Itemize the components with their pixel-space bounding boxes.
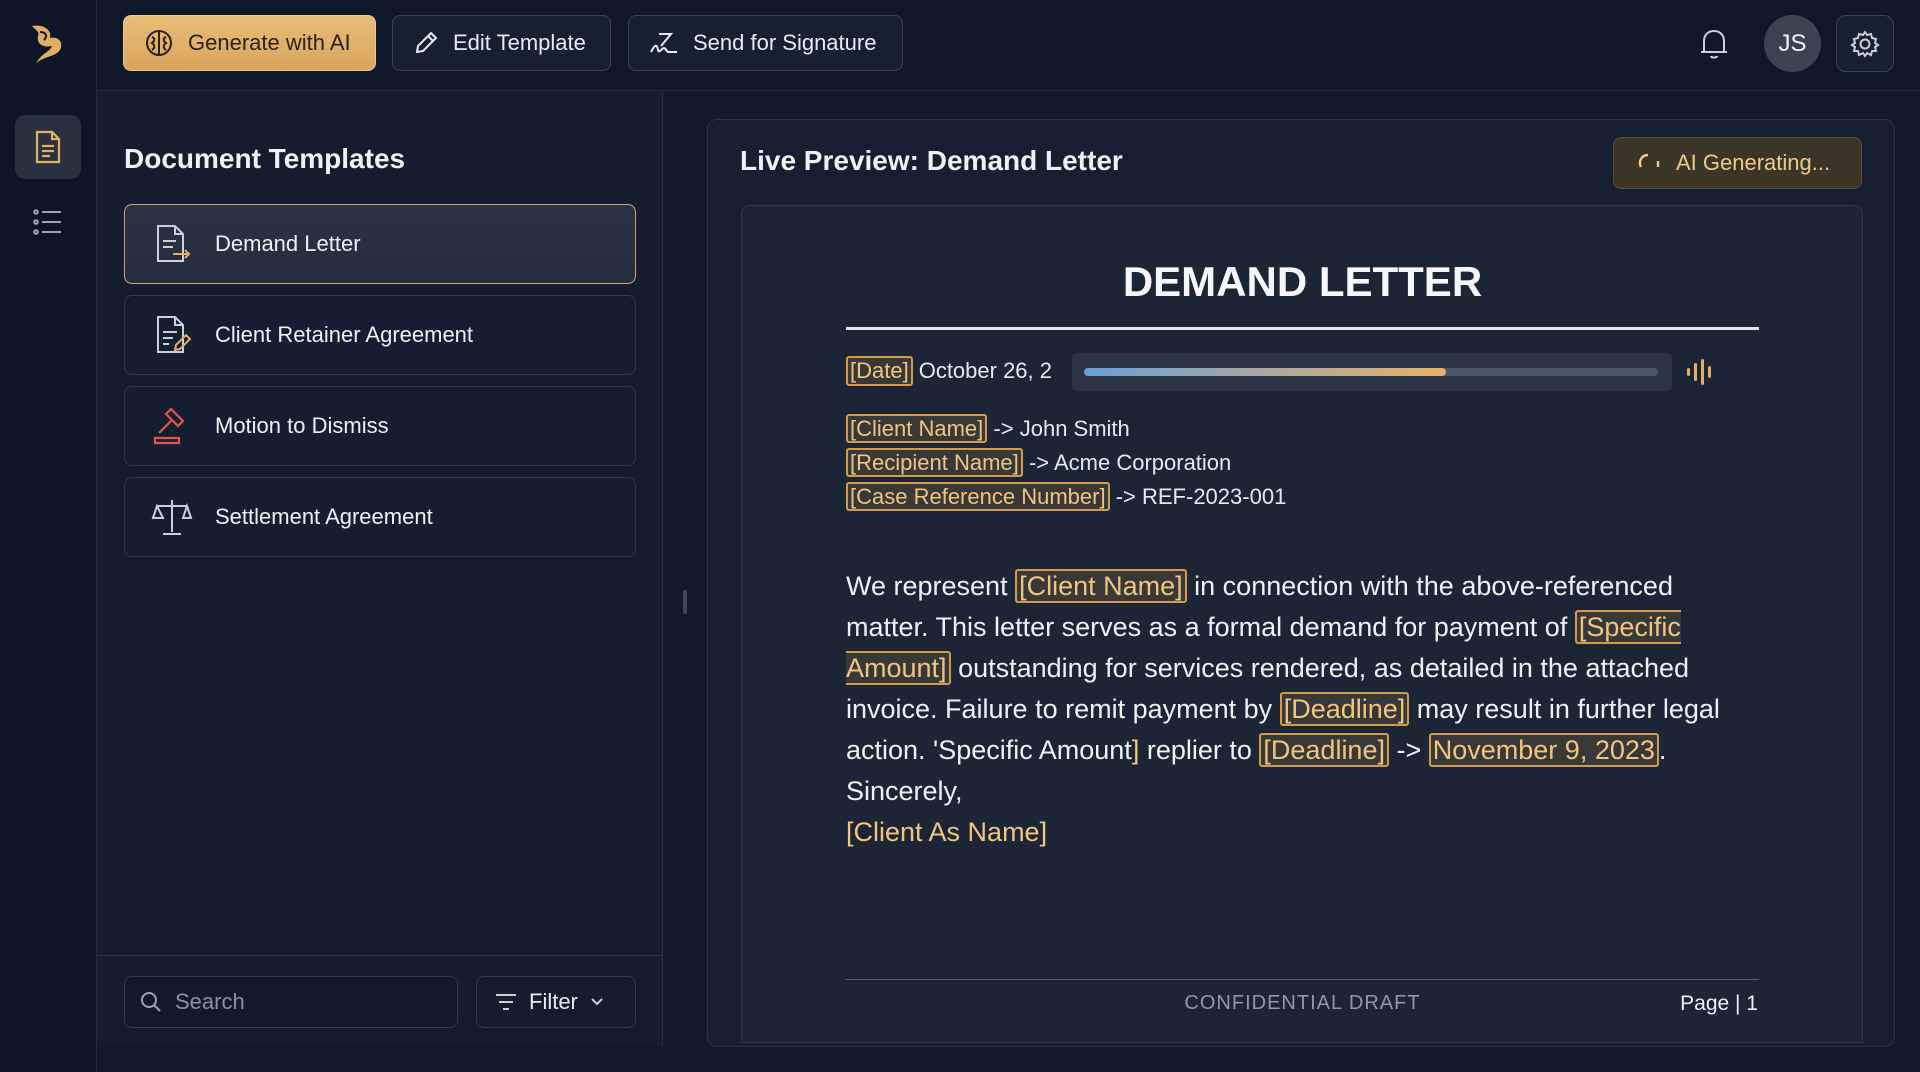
audio-wave-icon[interactable] bbox=[1685, 358, 1715, 386]
left-rail bbox=[0, 0, 97, 1072]
template-label: Settlement Agreement bbox=[215, 504, 433, 529]
panel-resize-handle[interactable] bbox=[683, 590, 687, 614]
footer-divider bbox=[846, 979, 1759, 980]
template-item-demand-letter[interactable]: Demand Letter bbox=[124, 204, 636, 284]
send-label: Send for Signature bbox=[693, 30, 877, 55]
field-value: REF-2023-001 bbox=[1142, 484, 1287, 509]
date-value: October 26, 2 bbox=[918, 358, 1053, 383]
ai-brain-icon bbox=[144, 28, 174, 58]
field-row: [Recipient Name] -> Acme Corporation bbox=[846, 446, 1286, 480]
document-arrow-icon bbox=[151, 223, 193, 265]
edit-template-button[interactable]: Edit Template bbox=[392, 15, 611, 71]
scales-icon bbox=[151, 496, 193, 538]
placeholder-deadline[interactable]: [Deadline] bbox=[1279, 692, 1410, 726]
ai-status-badge: AI Generating... bbox=[1613, 137, 1862, 189]
field-value: Acme Corporation bbox=[1053, 450, 1232, 475]
body-text: . bbox=[1658, 735, 1667, 765]
avatar-initials: JS bbox=[1778, 29, 1807, 57]
search-icon bbox=[139, 990, 163, 1014]
template-item-motion-to-dismiss[interactable]: Motion to Dismiss bbox=[124, 386, 636, 466]
field-placeholder[interactable]: [Client Name] bbox=[846, 414, 988, 443]
filled-deadline-value[interactable]: November 9, 2023 bbox=[1428, 733, 1659, 767]
filter-icon bbox=[495, 993, 517, 1011]
edit-label: Edit Template bbox=[453, 30, 586, 55]
document-icon bbox=[33, 130, 63, 164]
spinner-icon bbox=[1636, 151, 1664, 175]
field-row: [Client Name] -> John Smith bbox=[846, 412, 1286, 446]
field-arrow: -> bbox=[993, 416, 1014, 441]
field-placeholder[interactable]: [Case Reference Number] bbox=[846, 482, 1110, 511]
letter-body: We represent [Client Name] in connection… bbox=[846, 566, 1759, 853]
document-pen-icon bbox=[151, 314, 193, 356]
field-arrow: -> bbox=[1028, 450, 1050, 475]
closing-line: Sincerely, bbox=[846, 776, 963, 806]
list-icon bbox=[33, 209, 63, 235]
placeholder-deadline[interactable]: [Deadline] bbox=[1259, 733, 1389, 767]
body-text: replier to bbox=[1139, 735, 1260, 765]
body-text: We represent bbox=[846, 571, 1016, 601]
nav-list[interactable] bbox=[15, 192, 81, 252]
template-label: Client Retainer Agreement bbox=[215, 322, 474, 347]
body-text: -> bbox=[1388, 735, 1429, 765]
template-label: Motion to Dismiss bbox=[215, 413, 389, 438]
search-box[interactable] bbox=[124, 976, 458, 1028]
search-input[interactable] bbox=[175, 989, 435, 1015]
filter-label: Filter bbox=[529, 989, 578, 1014]
page-number: Page | 1 bbox=[1680, 992, 1758, 1015]
template-item-client-retainer-agreement[interactable]: Client Retainer Agreement bbox=[124, 295, 636, 375]
settings-button[interactable] bbox=[1836, 15, 1894, 72]
ai-status-text: AI Generating... bbox=[1676, 150, 1831, 175]
placeholder-client-name[interactable]: [Client Name] bbox=[1015, 569, 1187, 603]
filter-button[interactable]: Filter bbox=[476, 976, 636, 1028]
generate-with-ai-button[interactable]: Generate with AI bbox=[123, 15, 376, 71]
gear-icon bbox=[1850, 29, 1880, 59]
templates-title: Document Templates bbox=[124, 143, 406, 174]
app-logo-icon[interactable] bbox=[28, 22, 68, 68]
field-placeholder[interactable]: [Recipient Name] bbox=[846, 448, 1023, 477]
preview-panel: Live Preview: Demand Letter AI Generatin… bbox=[707, 119, 1895, 1047]
field-row: [Case Reference Number] -> REF-2023-001 bbox=[846, 480, 1286, 514]
notifications-bell-icon[interactable] bbox=[1698, 26, 1730, 62]
template-item-settlement-agreement[interactable]: Settlement Agreement bbox=[124, 477, 636, 557]
preview-title: Live Preview: Demand Letter bbox=[740, 145, 1123, 176]
generate-label: Generate with AI bbox=[188, 30, 351, 55]
progress-fill bbox=[1084, 368, 1446, 376]
templates-panel: Document Templates Demand Letter Client … bbox=[97, 91, 663, 1046]
gavel-icon bbox=[151, 405, 193, 447]
nav-documents[interactable] bbox=[15, 115, 81, 179]
title-divider bbox=[846, 327, 1759, 330]
confidential-label: CONFIDENTIAL DRAFT bbox=[1184, 992, 1421, 1014]
field-value: John Smith bbox=[1019, 416, 1130, 441]
templates-footer: Filter bbox=[97, 955, 662, 1046]
progress-track bbox=[1084, 368, 1658, 376]
field-mappings: [Client Name] -> John Smith [Recipient N… bbox=[846, 412, 1286, 514]
date-row: [Date] October 26, 2 bbox=[846, 356, 1079, 386]
chevron-down-icon bbox=[590, 997, 604, 1007]
generation-progress bbox=[1072, 353, 1672, 391]
send-for-signature-button[interactable]: Send for Signature bbox=[628, 15, 903, 71]
document-title: DEMAND LETTER bbox=[1122, 258, 1483, 305]
template-label: Demand Letter bbox=[215, 231, 361, 256]
signature-placeholder[interactable]: [Client As Name] bbox=[846, 812, 1759, 853]
top-toolbar: Generate with AI Edit Template Send for … bbox=[97, 0, 1920, 91]
document-preview: DEMAND LETTER [Date] October 26, 2 [Clie… bbox=[741, 205, 1863, 1043]
user-avatar[interactable]: JS bbox=[1764, 15, 1821, 72]
field-arrow: -> bbox=[1115, 484, 1136, 509]
pencil-icon bbox=[413, 30, 439, 56]
date-placeholder[interactable]: [Date] bbox=[846, 356, 913, 386]
signature-icon bbox=[649, 30, 679, 56]
